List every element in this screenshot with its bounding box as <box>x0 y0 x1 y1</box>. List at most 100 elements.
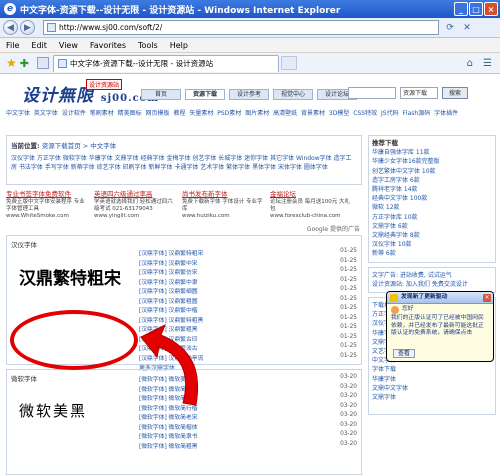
list-item[interactable]: 微软 12款 <box>372 203 492 212</box>
font-preview-image[interactable]: 汉鼎繁特粗宋 <box>19 264 121 289</box>
ad-item[interactable]: 金福论坛 论坛注册会员 每月送100元 大礼包 www.forexclub-ch… <box>270 191 352 220</box>
ad-url[interactable]: www.yinglit.com <box>94 213 176 220</box>
menu-help[interactable]: Help <box>170 41 188 50</box>
list-item[interactable]: 创艺繁体中文字体 10款 <box>372 167 492 176</box>
list-item[interactable]: 造字工房字体 6款 <box>372 176 492 185</box>
close-button[interactable]: × <box>484 2 498 16</box>
ad-item[interactable]: 尚书发布新字体 免费下载新字体 字体设计 专业字库 www.huiziku.co… <box>182 191 264 220</box>
ad-title[interactable]: 专业书签字体免费软件 <box>6 191 88 198</box>
web-page: 设计無限 sj00.com 设计资源站 首页 资源下载 设计参考 视觉中心 设计… <box>0 75 500 475</box>
forward-arrow-icon[interactable]: ▶ <box>20 20 35 35</box>
address-actions: ⟳ ✕ <box>443 21 474 35</box>
nav-visual[interactable]: 视觉中心 <box>273 89 313 100</box>
list-item[interactable]: [汉鼎字体] 汉鼎繁特粗宋 01-25 <box>139 248 361 258</box>
nav-reference[interactable]: 设计参考 <box>229 89 269 100</box>
breadcrumb: 当前位置: 资源下载首页 > 中文字体 <box>11 140 357 150</box>
ad-text: 论坛注册会员 每月送100元 大礼包 <box>270 199 350 212</box>
list-item[interactable]: 华康少女字体16款完整版 <box>372 157 492 166</box>
balloon-header: 发现新了更新驱动 <box>387 292 493 304</box>
nav-downloads[interactable]: 资源下载 <box>185 89 225 100</box>
add-favorite-icon[interactable]: ✚ <box>20 57 29 70</box>
list-item[interactable]: [微软字体] 微软简楷体 03-20 <box>139 422 361 432</box>
list-item[interactable]: 经典中文字体 100款 <box>372 194 492 203</box>
list-item[interactable]: [汉鼎字体] 汉鼎繁中宋 01-25 <box>139 258 361 268</box>
warning-icon <box>390 293 398 302</box>
nav-home[interactable]: 首页 <box>141 89 181 100</box>
balloon-close-icon[interactable]: × <box>483 294 491 302</box>
ad-url[interactable]: www.WhiteSmoke.com <box>6 213 88 220</box>
window-title-bar: e 中文字体-资源下载--设计无限 - 设计资源站 - Windows Inte… <box>0 0 500 18</box>
back-arrow-icon[interactable]: ◀ <box>3 20 18 35</box>
list-item[interactable]: 文鼎字体 6款 <box>372 222 492 231</box>
list-item[interactable]: 腾祥老字体 14款 <box>372 185 492 194</box>
list-item[interactable]: [汉鼎字体] 汉鼎繁中隶 01-25 <box>139 277 361 287</box>
breadcrumb-prefix: 当前位置: <box>11 142 40 150</box>
menu-edit[interactable]: Edit <box>31 41 47 50</box>
list-item[interactable]: 文鼎经典字体 8款 <box>372 231 492 240</box>
list-item[interactable]: 华康自强体字库 11款 <box>372 148 492 157</box>
ad-item[interactable]: 英语四六级通过率高 学英语就选择我们 轻松通过四六级考试 021-6317904… <box>94 191 176 220</box>
top-categories[interactable]: 中文字体 英文字体 设计软件 笔刷素材 精美图标 网页模板 教程 矢量素材 PS… <box>6 109 494 118</box>
list-item[interactable]: 文鼎中文字体 <box>372 384 492 393</box>
url-text: http://www.sj00.com/soft/2/ <box>59 23 163 32</box>
stop-icon[interactable]: ✕ <box>460 21 474 35</box>
main-content: 当前位置: 资源下载首页 > 中文字体 汉仪字体 方正字体 微软字体 华康字体 … <box>6 135 362 475</box>
logo-badge: 设计资源站 <box>86 79 123 90</box>
font-preview-image[interactable]: 微软美黑 <box>19 400 87 421</box>
feeds-icon[interactable]: ☰ <box>483 58 492 69</box>
internet-explorer-icon: e <box>4 3 16 15</box>
text-ad-body[interactable]: 设计资源站: 加入我们 免费交流设计 <box>372 280 492 289</box>
list-item[interactable]: 汉仪字体 10款 <box>372 240 492 249</box>
favorites-star-icon[interactable]: ★ <box>6 56 17 70</box>
logo-text: 设计無限 <box>22 86 94 106</box>
list-item[interactable]: [微软字体] 微软简隶书 03-20 <box>139 431 361 441</box>
breadcrumb-path[interactable]: 资源下载首页 > 中文字体 <box>42 142 117 150</box>
google-ads-label[interactable]: Google 提供的广告 <box>307 224 360 233</box>
site-search-input[interactable] <box>348 87 396 99</box>
list-item[interactable]: [微软字体] 微软简粗黑 03-20 <box>139 441 361 451</box>
tab-bar: ★ ✚ 中文字体-资源下载--设计无限 - 设计资源站 ⌂ ☰ <box>0 53 500 74</box>
window-controls: _ □ × <box>454 2 498 16</box>
text-ad-title[interactable]: 文字广告: 进站收费, 试试运气 <box>372 271 492 280</box>
tab-current[interactable]: 中文字体-资源下载--设计无限 - 设计资源站 <box>52 54 279 72</box>
text-ad-box: 文字广告: 进站收费, 试试运气 设计资源站: 加入我们 免费交流设计 <box>368 266 496 294</box>
site-search-button[interactable]: 搜索 <box>442 87 468 99</box>
refresh-icon[interactable]: ⟳ <box>443 21 457 35</box>
section-title: 汉仪字体 <box>11 241 37 249</box>
list-item[interactable]: 华康字体 <box>372 375 492 384</box>
ad-url[interactable]: www.forexclub-china.com <box>270 213 352 220</box>
ad-item[interactable]: 专业书签字体免费软件 免费正版中文字体安装程序 专业字体管理工具 www.Whi… <box>6 191 88 220</box>
list-item[interactable]: 新蒂 6款 <box>372 249 492 258</box>
menu-favorites[interactable]: Favorites <box>90 41 126 50</box>
list-item[interactable]: 字体下载 <box>372 365 492 374</box>
list-item[interactable]: 方正字体库 10款 <box>372 213 492 222</box>
balloon-text: 我们的正版认证可了已经被中国网民依赖，并已经发布了最新可能这批正版认证的免费系统… <box>391 315 484 337</box>
page-icon <box>57 59 67 68</box>
balloon-view-button[interactable]: 查看 <box>393 349 415 358</box>
sub-categories[interactable]: 汉仪字体 方正字体 微软字体 华康字体 文鼎字体 经典字体 金梅字体 创艺字体 … <box>11 154 357 172</box>
breadcrumb-box: 当前位置: 资源下载首页 > 中文字体 汉仪字体 方正字体 微软字体 华康字体 … <box>6 135 362 185</box>
ad-text: 学英语就选择我们 轻松通过四六级考试 021-63179043 <box>94 199 173 212</box>
section-title: 微软字体 <box>11 375 37 383</box>
menu-view[interactable]: View <box>59 41 78 50</box>
minimize-button[interactable]: _ <box>454 2 468 16</box>
new-tab-button[interactable] <box>280 56 297 70</box>
tab-label: 中文字体-资源下载--设计无限 - 设计资源站 <box>69 59 214 68</box>
site-search-select[interactable]: 资源下载 <box>400 87 438 99</box>
ad-title[interactable]: 尚书发布新字体 <box>182 191 264 198</box>
list-item[interactable]: [汉鼎字体] 汉鼎繁仿宋 01-25 <box>139 267 361 277</box>
ad-title[interactable]: 英语四六级通过率高 <box>94 191 176 198</box>
list-item[interactable]: 文鼎字体 <box>372 393 492 402</box>
menu-file[interactable]: File <box>6 41 19 50</box>
ad-text: 免费下载新字体 字体设计 专业字库 <box>182 199 263 212</box>
ad-url[interactable]: www.huiziku.com <box>182 213 264 220</box>
address-bar: ◀ ▶ http://www.sj00.com/soft/2/ ⟳ ✕ <box>0 18 500 38</box>
maximize-button[interactable]: □ <box>469 2 483 16</box>
ad-title[interactable]: 金福论坛 <box>270 191 352 198</box>
quick-tabs-icon[interactable] <box>36 57 49 69</box>
menu-tools[interactable]: Tools <box>138 41 158 50</box>
balloon-title: 发现新了更新驱动 <box>401 293 448 300</box>
home-icon[interactable]: ⌂ <box>467 58 473 69</box>
url-field[interactable]: http://www.sj00.com/soft/2/ <box>43 20 439 35</box>
command-bar: ⌂ ☰ <box>467 58 500 69</box>
